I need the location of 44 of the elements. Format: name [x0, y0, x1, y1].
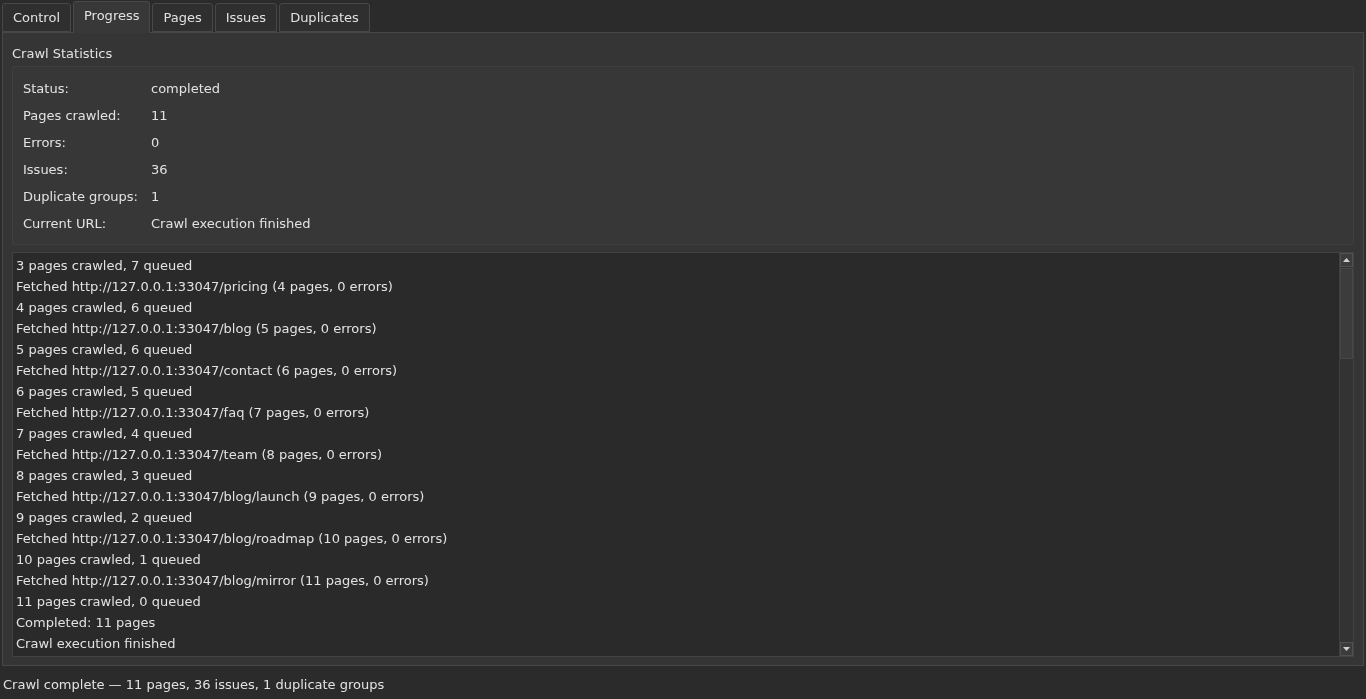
log-line: 9 pages crawled, 2 queued	[16, 509, 193, 527]
field-label: Errors:	[23, 135, 66, 150]
tab[interactable]: Control	[2, 3, 71, 32]
scroll-down-button[interactable]	[1340, 642, 1353, 656]
log-line: Fetched http://127.0.0.1:33047/team (8 pages, 0 errors)	[16, 446, 383, 464]
field-label: Current URL:	[23, 216, 107, 231]
tab[interactable]: Pages	[152, 3, 213, 32]
up-triangle-icon	[1343, 258, 1350, 262]
log-line: 10 pages crawled, 1 queued	[16, 551, 201, 569]
status-message: Crawl complete — 11 pages, 36 issues, 1 duplicate groups	[3, 677, 385, 692]
log-line: 4 pages crawled, 6 queued	[16, 299, 193, 317]
log-line: Fetched http://127.0.0.1:33047/contact (6 pages, 0 errors)	[16, 362, 398, 380]
field-value: 1	[151, 189, 160, 204]
scrollbar-thumb[interactable]	[1340, 268, 1353, 359]
log-line: Completed: 11 pages	[16, 614, 156, 632]
log-line: Fetched http://127.0.0.1:33047/faq (7 pages, 0 errors)	[16, 404, 370, 422]
field-value: 0	[151, 135, 160, 150]
log-line: Fetched http://127.0.0.1:33047/pricing (4 pages, 0 errors)	[16, 278, 393, 296]
log-line: 8 pages crawled, 3 queued	[16, 467, 193, 485]
field-label: Status:	[23, 81, 69, 96]
log-line: Fetched http://127.0.0.1:33047/blog/mirror (11 pages, 0 errors)	[16, 572, 429, 590]
field-label: Pages crawled:	[23, 108, 121, 123]
group-title: Crawl Statistics	[12, 45, 113, 62]
tab[interactable]: Duplicates	[279, 3, 370, 32]
field-value: 36	[151, 162, 168, 177]
log-line: 3 pages crawled, 7 queued	[16, 257, 193, 275]
log-line: 11 pages crawled, 0 queued	[16, 593, 201, 611]
log-line: Fetched http://127.0.0.1:33047/blog (5 pages, 0 errors)	[16, 320, 377, 338]
down-triangle-icon	[1343, 647, 1350, 651]
field-label: Duplicate groups:	[23, 189, 138, 204]
log-line: 7 pages crawled, 4 queued	[16, 425, 193, 443]
field-value: 11	[151, 108, 168, 123]
log-line: Crawl execution finished	[16, 635, 176, 653]
field-value: completed	[151, 81, 220, 96]
field-value: Crawl execution finished	[151, 216, 311, 231]
log-line: Fetched http://127.0.0.1:33047/blog/roadmap (10 pages, 0 errors)	[16, 530, 448, 548]
scrollbar-track[interactable]	[1339, 253, 1353, 656]
field-label: Issues:	[23, 162, 68, 177]
tab[interactable]: Progress	[73, 1, 151, 33]
log-line: 6 pages crawled, 5 queued	[16, 383, 193, 401]
log-line: 5 pages crawled, 6 queued	[16, 341, 193, 359]
tab[interactable]: Issues	[214, 3, 278, 32]
log-line: Fetched http://127.0.0.1:33047/blog/launch (9 pages, 0 errors)	[16, 488, 425, 506]
scroll-up-button[interactable]	[1340, 253, 1353, 267]
